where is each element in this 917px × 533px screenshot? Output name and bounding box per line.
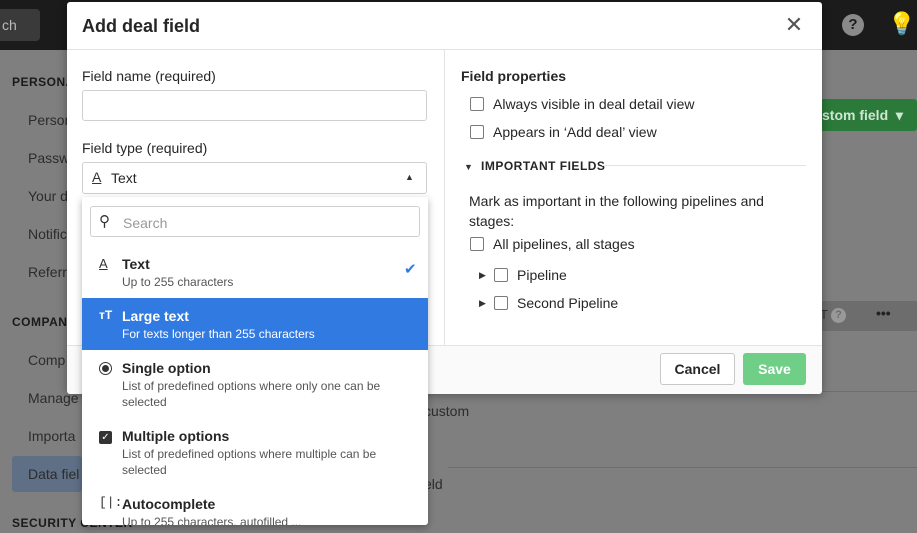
option-desc: List of predefined options where multipl…	[122, 447, 377, 477]
all-pipelines-checkbox[interactable]	[470, 237, 484, 251]
field-type-value: Text	[111, 170, 137, 186]
search-icon: ⚲	[99, 213, 110, 230]
lightbulb-icon[interactable]: 💡	[888, 10, 915, 38]
second-pipeline-checkbox[interactable]	[494, 296, 508, 310]
option-large-text[interactable]: тT Large text For texts longer than 255 …	[82, 298, 428, 350]
modal-header: Add deal field ✕	[67, 2, 822, 50]
close-icon[interactable]: ✕	[783, 14, 805, 36]
pipeline-checkbox[interactable]	[494, 268, 508, 282]
field-name-input[interactable]	[82, 90, 427, 121]
pipeline-label: Pipeline	[517, 267, 567, 283]
always-visible-checkbox[interactable]	[470, 97, 484, 111]
sidebar-item[interactable]: Passw	[28, 150, 69, 166]
appears-in-add-checkbox[interactable]	[470, 125, 484, 139]
checkbox-icon: ✓	[99, 431, 112, 444]
option-multiple-options[interactable]: ✓ Multiple options List of predefined op…	[82, 418, 428, 486]
expand-pipeline-icon[interactable]: ▶	[479, 270, 486, 281]
cancel-button[interactable]: Cancel	[660, 353, 735, 385]
sidebar-item[interactable]: Your d	[28, 188, 68, 204]
autocomplete-icon: [|:	[99, 495, 123, 510]
more-icon[interactable]: •••	[876, 305, 891, 321]
sidebar-section-personal: PERSONA	[12, 75, 75, 89]
dropdown-search: ⚲	[90, 206, 420, 237]
option-desc: List of predefined options where only on…	[122, 379, 381, 409]
add-custom-field-button[interactable]: stom field ▾	[812, 99, 917, 131]
section-collapse-icon[interactable]: ▼	[464, 162, 473, 172]
sidebar-item[interactable]: Notific	[28, 226, 67, 242]
option-title: Large text	[122, 308, 189, 324]
save-button[interactable]: Save	[743, 353, 806, 385]
field-properties-heading: Field properties	[461, 68, 567, 84]
table-header-strip: T ? •••	[818, 301, 917, 331]
option-title: Autocomplete	[122, 496, 216, 512]
option-desc: For texts longer than 255 characters	[122, 327, 315, 341]
option-text[interactable]: A Text Up to 255 characters ✔	[82, 246, 428, 298]
sidebar-item-data-fields[interactable]: Data fiel	[28, 466, 79, 482]
sidebar-item[interactable]: Importa	[28, 428, 75, 444]
appears-in-add-label: Appears in ‘Add deal’ view	[493, 124, 657, 140]
field-type-select[interactable]: A Text ▲	[82, 162, 427, 194]
add-custom-field-label: stom field	[822, 107, 889, 123]
large-text-icon: тT	[99, 308, 113, 322]
option-single-option[interactable]: Single option List of predefined options…	[82, 350, 428, 418]
field-name-label: Field name (required)	[82, 68, 216, 84]
expand-second-pipeline-icon[interactable]: ▶	[479, 298, 486, 309]
sidebar-item[interactable]: Comp	[28, 352, 65, 368]
second-pipeline-label: Second Pipeline	[517, 295, 619, 311]
help-icon[interactable]: ?	[842, 14, 864, 36]
row-divider	[448, 467, 917, 468]
radio-icon	[99, 362, 112, 375]
section-divider	[602, 165, 806, 166]
global-search[interactable]: ch	[0, 9, 40, 41]
text-icon: A	[92, 169, 102, 185]
column-divider	[444, 50, 445, 345]
option-desc: Up to 255 characters	[122, 275, 234, 289]
option-title: Multiple options	[122, 428, 230, 444]
caret-up-icon: ▲	[405, 172, 414, 182]
all-pipelines-label: All pipelines, all stages	[493, 236, 635, 252]
option-autocomplete[interactable]: [|: Autocomplete Up to 255 characters, a…	[82, 486, 428, 525]
field-type-label: Field type (required)	[82, 140, 208, 156]
always-visible-label: Always visible in deal detail view	[493, 96, 695, 112]
sidebar-item[interactable]: Referr	[28, 264, 67, 280]
field-type-dropdown: ⚲ A Text Up to 255 characters ✔ тT Large…	[82, 197, 428, 525]
text-icon: A	[99, 256, 108, 271]
important-fields-description: Mark as important in the following pipel…	[469, 193, 764, 229]
table-cell: custom	[424, 403, 470, 419]
important-fields-title[interactable]: IMPORTANT FIELDS	[481, 159, 605, 173]
checkmark-icon: ✔	[404, 261, 417, 278]
modal-title: Add deal field	[82, 16, 201, 36]
option-desc: Up to 255 characters, autofilled ...	[122, 515, 302, 525]
sidebar-item[interactable]: Person	[28, 112, 72, 128]
info-icon[interactable]: ?	[831, 308, 846, 323]
dropdown-search-input[interactable]	[121, 208, 415, 237]
option-title: Text	[122, 256, 150, 272]
option-title: Single option	[122, 360, 211, 376]
